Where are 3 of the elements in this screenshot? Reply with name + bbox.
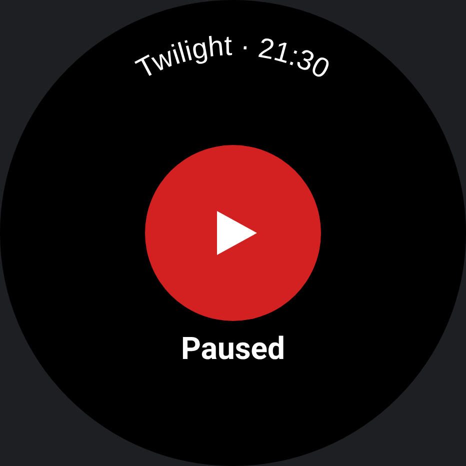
status-text: Paused — [181, 329, 285, 369]
title-text: Twilight · 21:30 — [131, 30, 335, 85]
play-icon — [217, 211, 257, 255]
